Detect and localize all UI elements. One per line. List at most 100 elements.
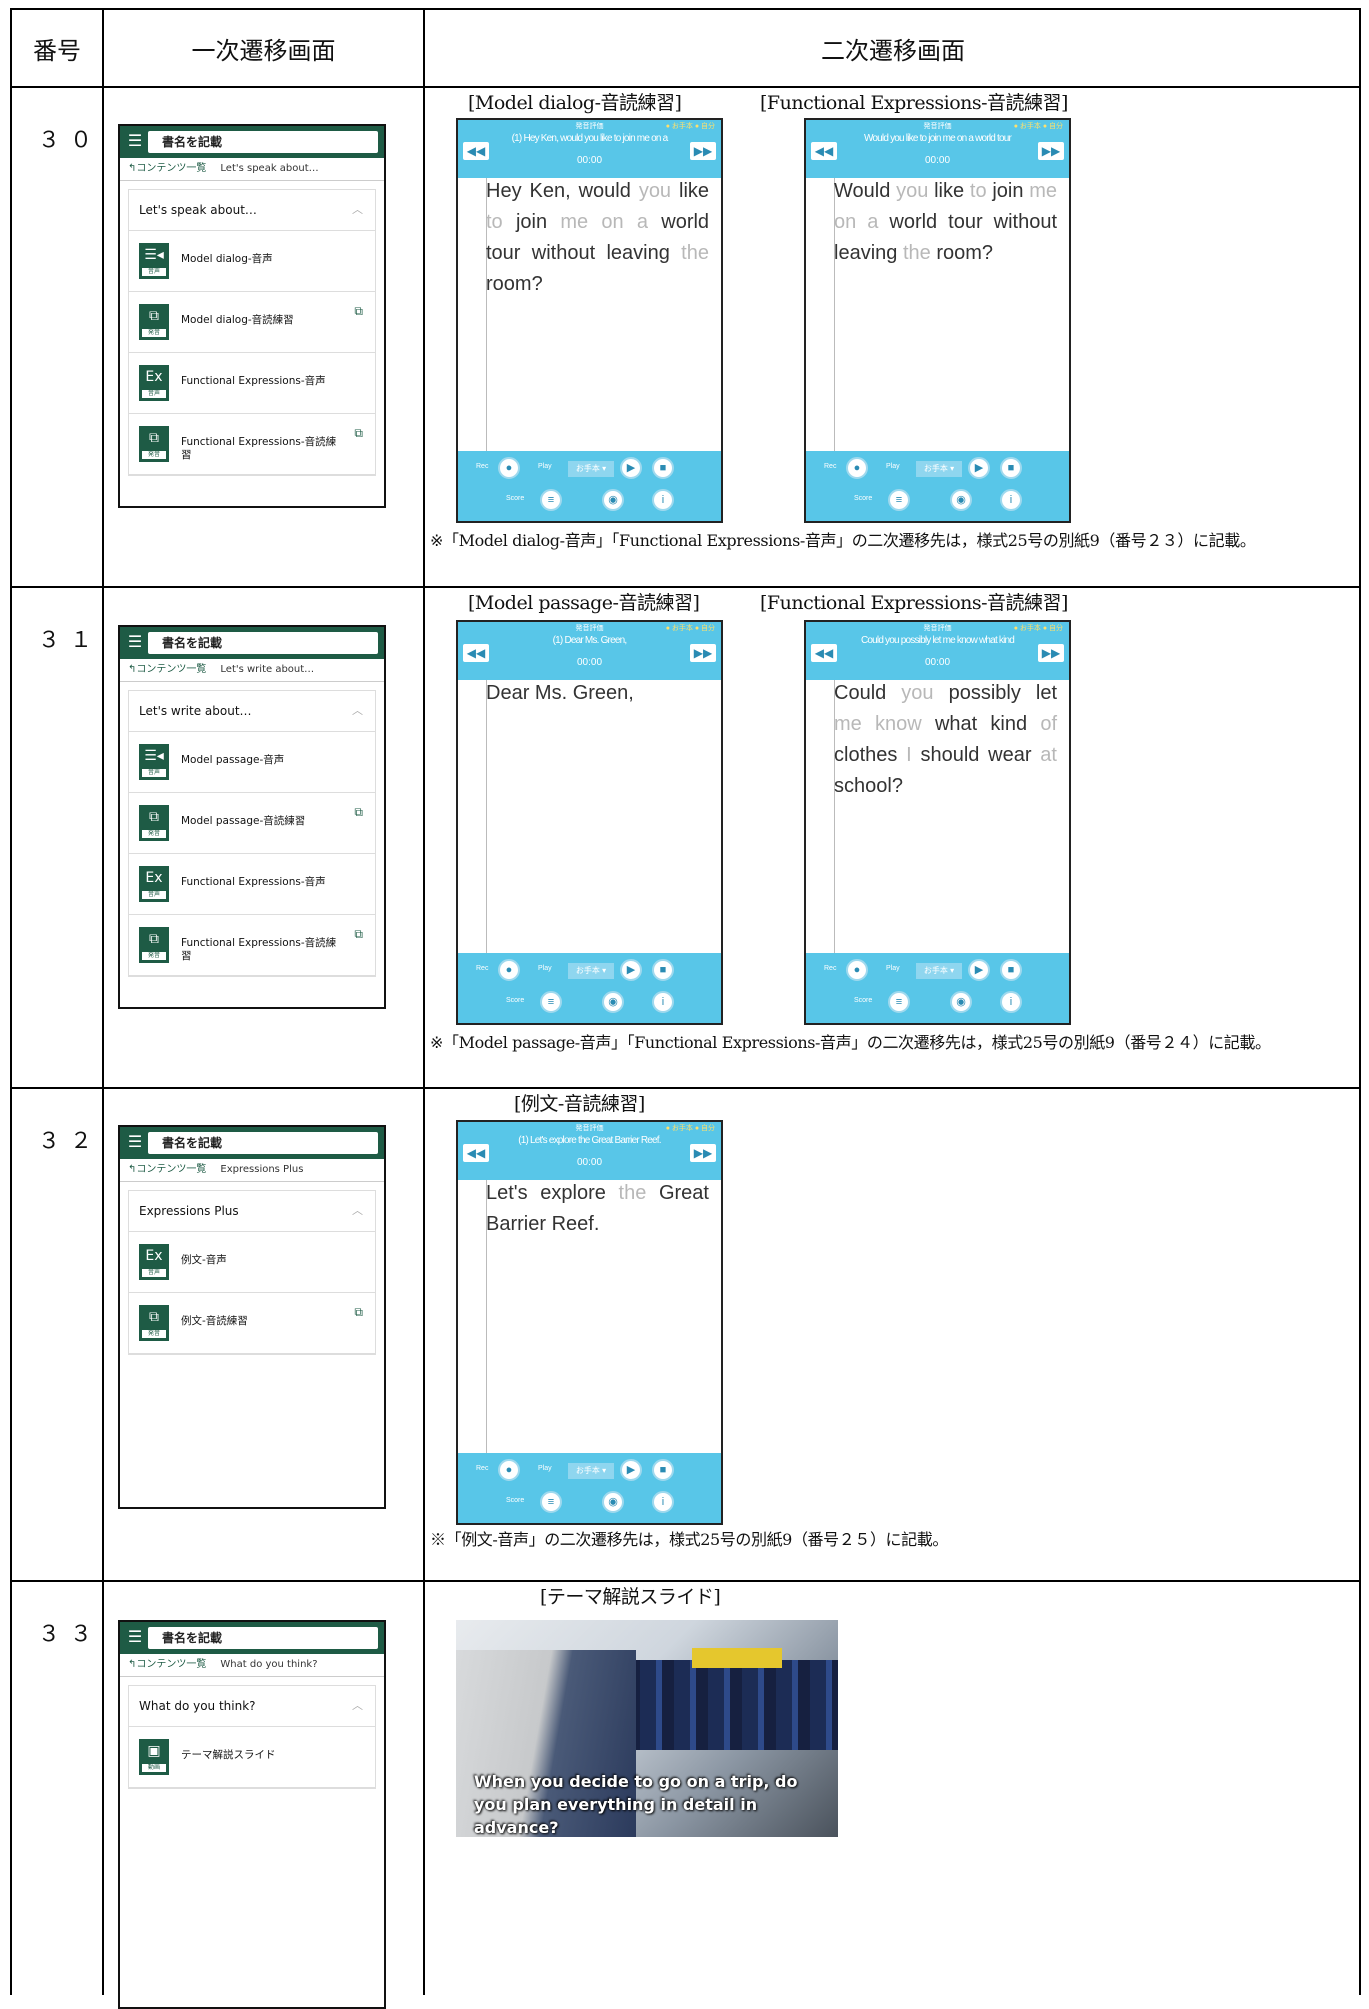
score-button[interactable]: ≡ [540,489,562,511]
score-label: Score [506,997,525,1004]
record-button[interactable]: ◉ [950,489,972,511]
score-button[interactable]: ≡ [540,1491,562,1513]
stop-button[interactable]: ■ [652,1459,674,1481]
chevron-up-icon[interactable]: ︿ [352,1686,363,1726]
word: to [969,180,987,202]
time-display: 00:00 [924,657,951,668]
player-header: 発音評価 ● お手本 ● 自分 ◀◀ (1) Let's explore the Gr… [458,1122,721,1180]
word: on [834,211,857,233]
content-item[interactable]: ⧉ 発音 例文-音読練習 ⧉ [129,1293,375,1354]
open-external-icon[interactable]: ⧉ [354,426,363,441]
play-label: Play [538,965,552,972]
content-item[interactable]: ☰◂ 音声 Model dialog-音声 [129,231,375,292]
content-item[interactable]: Ex 音声 Functional Expressions-音声 [129,854,375,915]
word: wear [988,744,1032,766]
play-button[interactable]: ▶ [620,457,642,479]
play-button[interactable]: ▶ [620,1459,642,1481]
section-header[interactable]: Let's write about… ︿ [129,691,375,732]
icon-tag: 発音 [142,952,166,960]
play-button[interactable]: ▶ [620,959,642,981]
book-title: 書名を記載 [148,632,378,654]
record-mic-button[interactable]: ● [846,457,868,479]
content-item[interactable]: ⧉ 発音 Model dialog-音読練習 ⧉ [129,292,375,353]
info-button[interactable]: i [652,489,674,511]
reading-practice-screen: 発音評価 ● お手本 ● 自分 ◀◀ Could you possibly let m… [804,620,1071,1025]
stop-button[interactable]: ■ [652,457,674,479]
menu-icon[interactable]: ☰ [126,1628,144,1646]
model-select[interactable]: お手本 ▾ [568,963,614,979]
record-button[interactable]: ◉ [602,489,624,511]
content-list-link[interactable]: ↰コンテンツ一覧 [128,158,206,180]
score-button[interactable]: ≡ [888,991,910,1013]
menu-icon[interactable]: ☰ [126,132,144,150]
info-button[interactable]: i [1000,489,1022,511]
section-header[interactable]: Let's speak about… ︿ [129,190,375,231]
slides-icon: ▣ 動画 [139,1739,169,1775]
info-button[interactable]: i [1000,991,1022,1013]
chevron-up-icon[interactable]: ︿ [352,691,363,731]
info-button[interactable]: i [652,1491,674,1513]
word: I [906,744,912,766]
row-number: ３１ [38,628,103,653]
open-external-icon[interactable]: ⧉ [354,304,363,319]
breadcrumb: ↰コンテンツ一覧 Expressions Plus [120,1159,384,1182]
record-mic-button[interactable]: ● [498,959,520,981]
score-button[interactable]: ≡ [540,991,562,1013]
external-window-icon: ⧉ 発音 [139,1305,169,1341]
chevron-up-icon[interactable]: ︿ [352,190,363,230]
word: Would [834,180,891,202]
content-list-link[interactable]: ↰コンテンツ一覧 [128,1654,206,1676]
record-mic-button[interactable]: ● [498,1459,520,1481]
section-header[interactable]: What do you think? ︿ [129,1686,375,1727]
model-select[interactable]: お手本 ▾ [568,1463,614,1479]
model-select[interactable]: お手本 ▾ [916,963,962,979]
stop-button[interactable]: ■ [1000,959,1022,981]
model-select[interactable]: お手本 ▾ [568,461,614,477]
section-card: What do you think? ︿ ▣ 動画 テーマ解説スライド [128,1685,376,1789]
menu-icon[interactable]: ☰ [126,633,144,651]
record-mic-button[interactable]: ● [846,959,868,981]
open-external-icon[interactable]: ⧉ [354,1305,363,1320]
content-item[interactable]: Ex 音声 Functional Expressions-音声 [129,353,375,414]
sentence-title: (1) Dear Ms. Green, [552,635,628,646]
score-label: Score [506,495,525,502]
word: without [993,211,1058,233]
app-header: ☰ 書名を記載 [120,1127,384,1159]
rec-label: Rec [476,1465,489,1472]
score-label: Score [854,997,873,1004]
rec-label: Rec [824,463,837,470]
stop-button[interactable]: ■ [1000,457,1022,479]
word: the [618,1182,647,1204]
stop-button[interactable]: ■ [652,959,674,981]
record-button[interactable]: ◉ [602,1491,624,1513]
chevron-up-icon[interactable]: ︿ [352,1191,363,1231]
section-header[interactable]: Expressions Plus ︿ [129,1191,375,1232]
content-item[interactable]: Ex 音声 例文-音声 [129,1232,375,1293]
play-button[interactable]: ▶ [968,959,990,981]
menu-icon[interactable]: ☰ [126,1133,144,1151]
content-list-link[interactable]: ↰コンテンツ一覧 [128,659,206,681]
content-item[interactable]: ⧉ 発音 Functional Expressions-音読練習 ⧉ [129,414,375,475]
open-external-icon[interactable]: ⧉ [354,927,363,942]
score-button[interactable]: ≡ [888,489,910,511]
content-item[interactable]: ☰◂ 音声 Model passage-音声 [129,732,375,793]
record-button[interactable]: ◉ [950,991,972,1013]
record-mic-button[interactable]: ● [498,457,520,479]
word: Dear [486,682,530,704]
content-item[interactable]: ⧉ 発音 Functional Expressions-音読練習 ⧉ [129,915,375,976]
content-item[interactable]: ⧉ 発音 Model passage-音読練習 ⧉ [129,793,375,854]
play-button[interactable]: ▶ [968,457,990,479]
legend: ● お手本 ● 自分 [665,123,715,130]
open-external-icon[interactable]: ⧉ [354,805,363,820]
reading-practice-screen: 発音評価 ● お手本 ● 自分 ◀◀ Would you like to join m… [804,118,1071,523]
word: without [531,242,596,264]
sentence-text: Dear Ms. Green, [486,678,709,709]
sentence-title: (1) Hey Ken, would you like to join me o… [511,133,669,144]
content-item[interactable]: ▣ 動画 テーマ解説スライド [129,1727,375,1788]
play-label: Play [538,1465,552,1472]
word: Let's [486,1182,528,1204]
info-button[interactable]: i [652,991,674,1013]
content-list-link[interactable]: ↰コンテンツ一覧 [128,1159,206,1181]
record-button[interactable]: ◉ [602,991,624,1013]
model-select[interactable]: お手本 ▾ [916,461,962,477]
